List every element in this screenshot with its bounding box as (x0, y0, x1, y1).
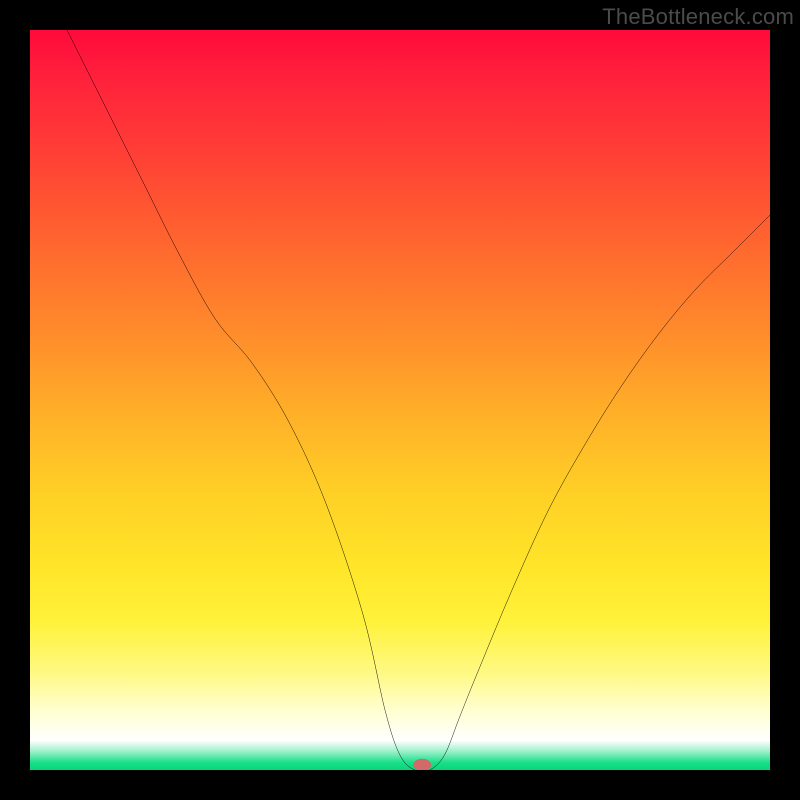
watermark-text: TheBottleneck.com (602, 4, 794, 30)
plot-area (30, 30, 770, 770)
curve-svg (30, 30, 770, 770)
chart-frame: TheBottleneck.com (0, 0, 800, 800)
bottleneck-curve (67, 30, 770, 770)
minimum-marker (413, 759, 431, 770)
